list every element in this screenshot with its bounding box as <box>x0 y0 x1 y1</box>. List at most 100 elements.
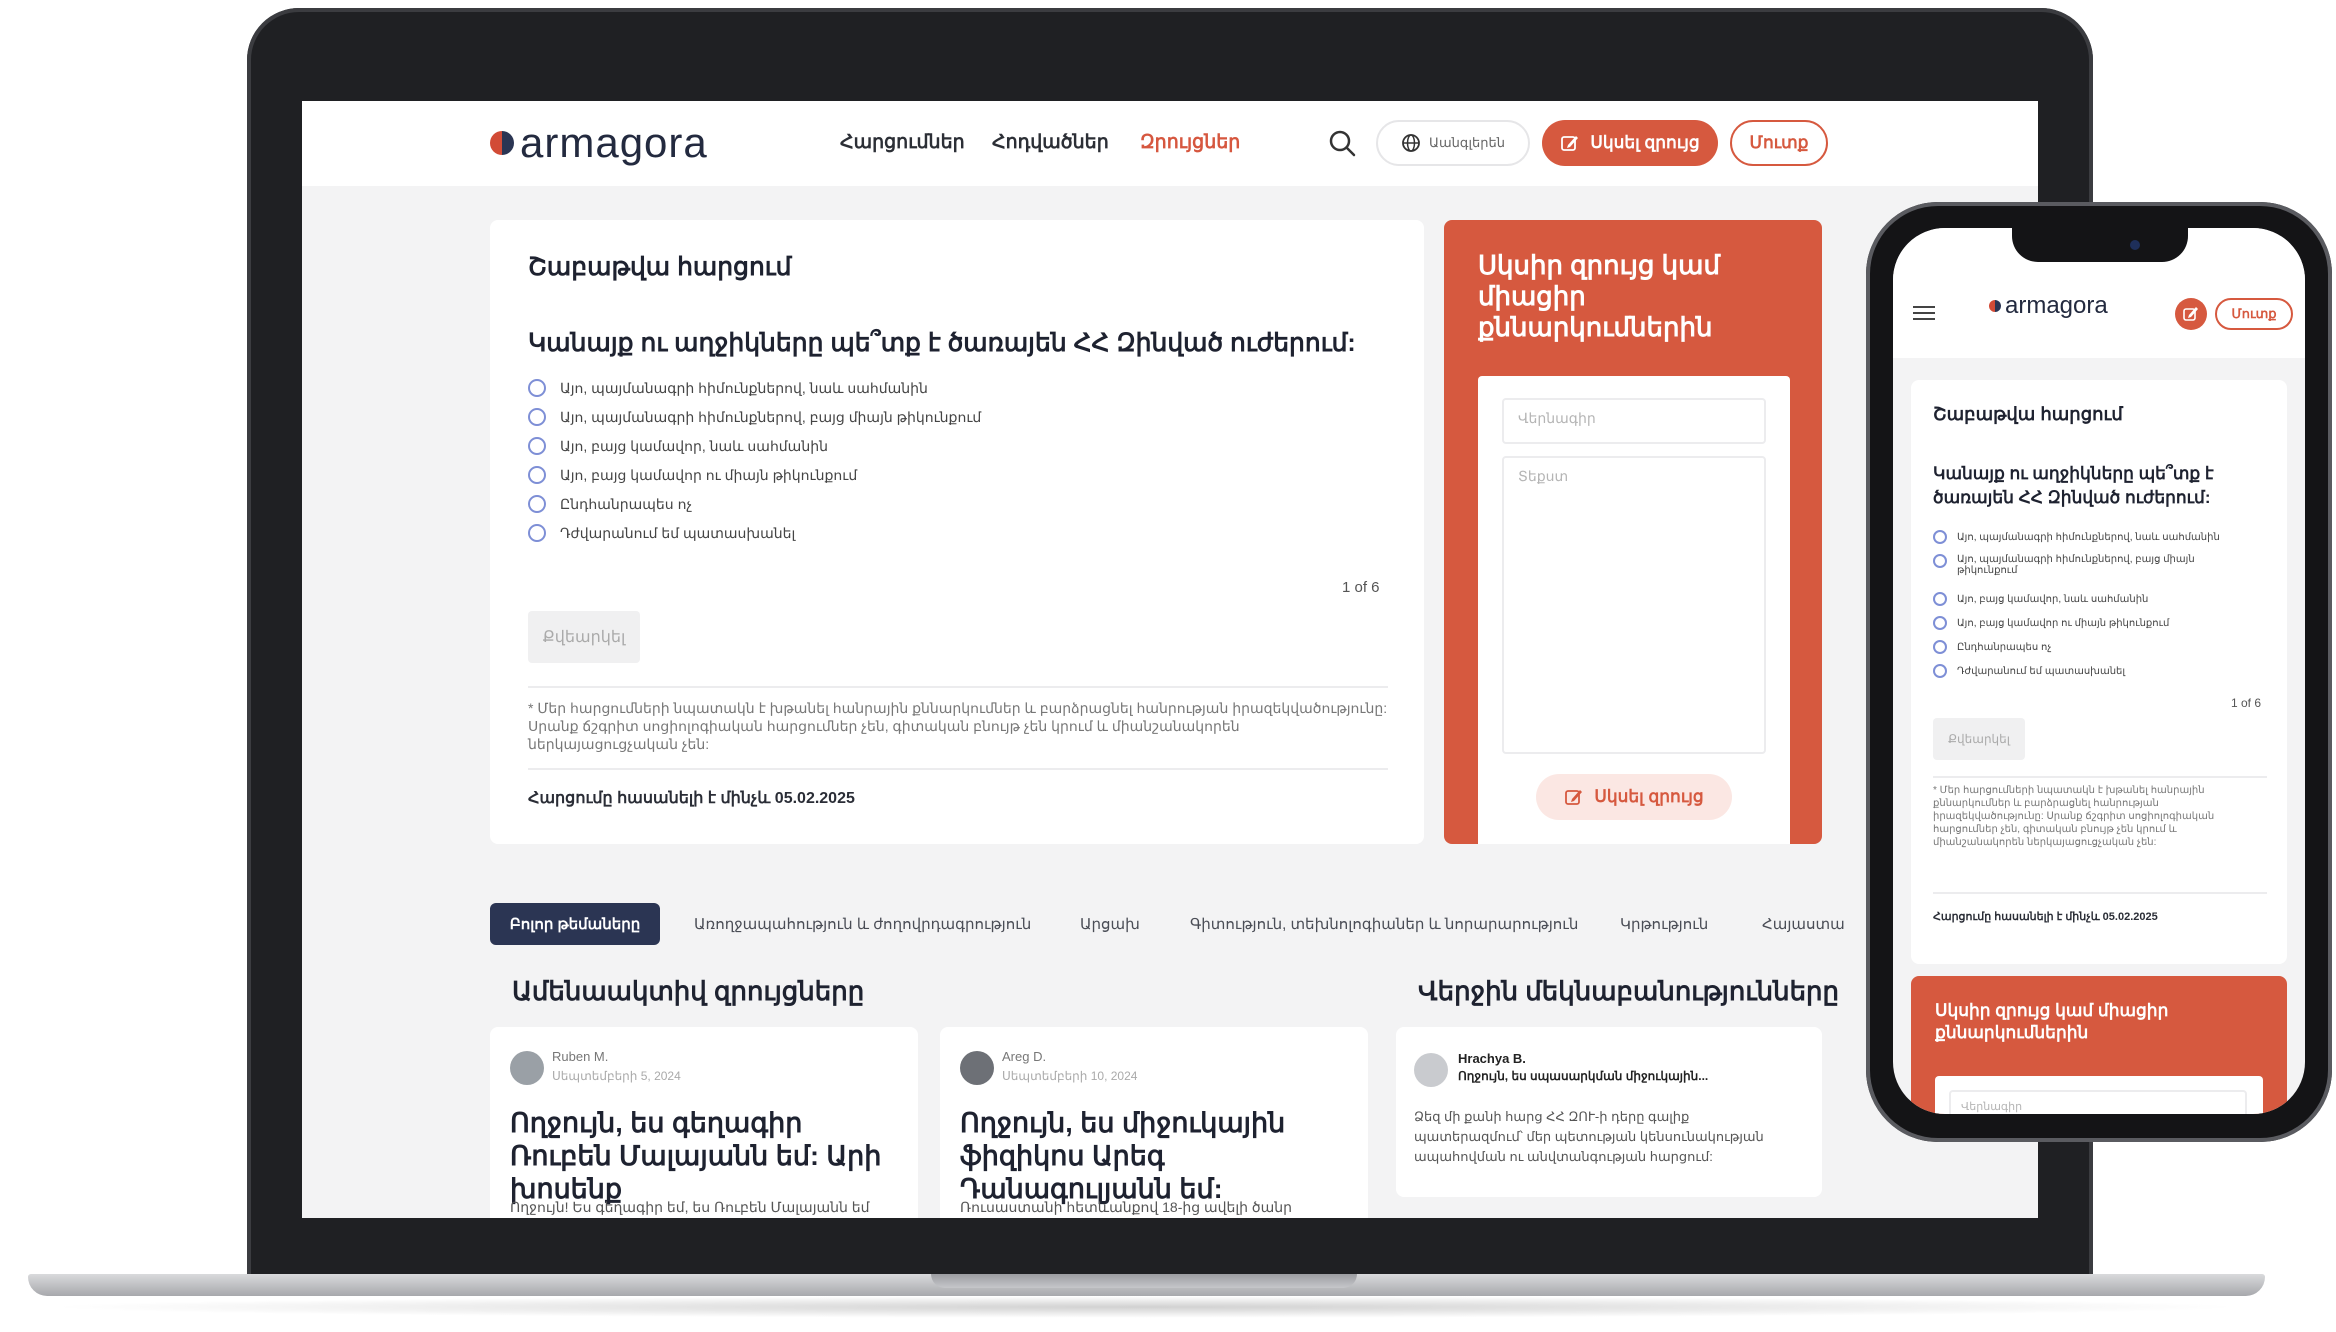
site-header: armagora Հարցումներ Հոդվածներ Զրույցներ … <box>302 101 2038 186</box>
comment-card[interactable]: Hrachya B. Ողջույն, ես սպասարկման միջուկ… <box>1396 1027 1822 1197</box>
comment-author: Hrachya B. <box>1458 1051 1526 1066</box>
poll-option[interactable]: Դժվարանում եմ պատասխանել <box>528 520 795 546</box>
search-icon[interactable] <box>1328 129 1356 157</box>
form-submit-button[interactable]: Սկսել զրույց <box>1536 774 1732 820</box>
mobile-login-button[interactable]: Մուտք <box>2215 298 2293 330</box>
poll-disclaimer: * Մեր հարցումների նպատակն է խթանել հանրա… <box>528 700 1388 752</box>
post-title: Ողջույն, ես միջուկային ֆիզիկոս Արեգ Դանա… <box>960 1108 1286 1204</box>
language-label: Աանգլերեն <box>1429 135 1505 150</box>
radio-button[interactable] <box>528 437 546 455</box>
logo[interactable]: armagora <box>490 119 708 167</box>
text-input[interactable]: Տեքստ <box>1502 456 1766 754</box>
laptop-shadow <box>40 1296 2250 1318</box>
divider <box>528 768 1388 770</box>
nav-item-polls[interactable]: Հարցումներ <box>840 131 965 154</box>
radio-button[interactable] <box>528 466 546 484</box>
comment-text: Ձեզ մի քանի հարց ՀՀ ԶՈՒ-ի դերը գալիք պատ… <box>1414 1109 1764 1164</box>
poll-option[interactable]: Այո, բայց կամավոր, նաև սահմանին <box>528 433 828 459</box>
radio-button[interactable] <box>528 524 546 542</box>
start-conversation-label: Սկսել զրույց <box>1590 133 1700 152</box>
divider <box>1933 892 2267 894</box>
poll-card: Շաբաթվա հարցում Կանայք ու աղջիկները պե՞տ… <box>490 220 1424 844</box>
poll-pager: 1 of 6 <box>2231 696 2262 710</box>
laptop-hinge <box>931 1274 1357 1288</box>
category-education[interactable]: Կրթություն <box>1620 915 1708 933</box>
logo-text: armagora <box>2005 292 2108 319</box>
poll-option[interactable]: Այո, բայց կամավոր, նաև սահմանին <box>1933 592 2273 606</box>
category-all[interactable]: Բոլոր թեմաները <box>490 903 660 945</box>
radio-button[interactable] <box>528 495 546 513</box>
avatar <box>1414 1053 1448 1087</box>
poll-option[interactable]: Այո, պայմանագրի հիմունքներով, բայց միայն… <box>528 404 981 430</box>
conversation-form: Վերնագիր Տեքստ Սկսել զրույց <box>1478 376 1790 844</box>
category-science[interactable]: Գիտություն, տեխնոլոգիաներ և նորարարությո… <box>1190 915 1578 933</box>
avatar <box>510 1051 544 1085</box>
mobile-cta-panel: Սկսիր զրույց կամ միացիր քննարկումներին Վ… <box>1911 976 2287 1114</box>
radio-button[interactable] <box>528 408 546 426</box>
poll-heading: Շաբաթվա հարցում <box>528 253 792 281</box>
start-conversation-panel: Սկսիր զրույց կամ միացիր քննարկումներին Վ… <box>1444 220 1822 844</box>
radio-button[interactable] <box>1933 664 1947 678</box>
post-author: Ruben M. <box>552 1049 609 1064</box>
vote-button[interactable]: Քվեարկել <box>528 611 640 663</box>
post-card[interactable]: Ruben M. Սեպտեմբերի 5, 2024 Ողջույն, ես … <box>490 1027 918 1218</box>
poll-option[interactable]: Ընդհանրապես ոչ <box>1933 640 2273 654</box>
nav-item-articles[interactable]: Հոդվածներ <box>992 131 1109 154</box>
radio-button[interactable] <box>1933 530 1947 544</box>
radio-button[interactable] <box>528 379 546 397</box>
comment-thread: Ողջույն, ես սպասարկման միջուկային... <box>1458 1069 1709 1083</box>
post-author: Areg D. <box>1002 1049 1047 1064</box>
poll-option[interactable]: Ընդհանրապես ոչ <box>528 491 692 517</box>
cta-title: Սկսիր զրույց կամ միացիր քննարկումներին <box>1935 1001 2169 1042</box>
edit-icon <box>2183 307 2198 321</box>
radio-button[interactable] <box>1933 592 1947 606</box>
poll-deadline: Հարցումը հասանելի է մինչև 05.02.2025 <box>1933 911 2158 923</box>
post-date: Սեպտեմբերի 5, 2024 <box>552 1069 681 1083</box>
poll-question: Կանայք ու աղջիկները պե՞տք է ծառայեն ՀՀ Զ… <box>1933 464 2214 507</box>
mobile-add-button[interactable] <box>2175 298 2207 330</box>
poll-disclaimer: * Մեր հարցումների նպատակն է խթանել հանրա… <box>1933 785 2215 848</box>
avatar <box>960 1051 994 1085</box>
mobile-logo[interactable]: armagora <box>1989 292 2108 320</box>
title-input[interactable]: Վերնագիր <box>1949 1090 2247 1114</box>
language-switcher[interactable]: Աանգլերեն <box>1376 120 1530 166</box>
logo-mark-icon <box>490 131 514 155</box>
category-armenia[interactable]: Հայաստա <box>1762 915 1845 933</box>
post-card[interactable]: Areg D. Սեպտեմբերի 10, 2024 Ողջույն, ես … <box>940 1027 1368 1218</box>
poll-option[interactable]: Դժվարանում եմ պատասխանել <box>1933 664 2273 678</box>
login-button[interactable]: Մուտք <box>1730 120 1828 166</box>
poll-option[interactable]: Այո, բայց կամավոր ու միայն թիկունքում <box>1933 616 2273 630</box>
desktop-page: armagora Հարցումներ Հոդվածներ Զրույցներ … <box>302 101 2038 1218</box>
category-artsakh[interactable]: Արցախ <box>1080 915 1140 933</box>
radio-button[interactable] <box>1933 616 1947 630</box>
nav-item-conversations[interactable]: Զրույցներ <box>1140 131 1240 154</box>
edit-icon <box>1561 136 1579 151</box>
poll-question: Կանայք ու աղջիկները պե՞տք է ծառայեն ՀՀ Զ… <box>528 329 1356 357</box>
post-excerpt: Ռուսաստանի հետևանքով 18-ից ավելի ծանր պա… <box>960 1199 1293 1215</box>
poll-option[interactable]: Այո, պայմանագրի հիմունքներով, բայց միայն… <box>1933 554 2273 576</box>
vote-button[interactable]: Քվեարկել <box>1933 718 2025 760</box>
category-health[interactable]: Առողջապահություն և ժողովրդագրություն <box>694 915 1031 933</box>
mobile-page: armagora Մուտք Շաբաթվա հարցում Կանայք ու… <box>1893 228 2305 1114</box>
poll-option[interactable]: Այո, պայմանագրի հիմունքներով, նաև սահման… <box>528 375 928 401</box>
hamburger-menu-icon[interactable] <box>1913 306 1935 320</box>
popular-heading: Ամենաակտիվ զրույցները <box>512 976 865 1006</box>
form-submit-label: Սկսել զրույց <box>1594 787 1704 806</box>
globe-icon <box>1402 134 1420 152</box>
divider <box>1933 776 2267 778</box>
title-input[interactable]: Վերնագիր <box>1502 398 1766 444</box>
phone-notch <box>2012 228 2188 262</box>
post-excerpt: Ողջույն! Ես գեղագիր եմ, ես Ռուբեն Մալայա… <box>510 1199 870 1215</box>
poll-option[interactable]: Այո, պայմանագրի հիմունքներով, նաև սահման… <box>1933 530 2273 544</box>
poll-heading: Շաբաթվա հարցում <box>1933 404 2123 424</box>
mobile-form: Վերնագիր <box>1935 1076 2263 1114</box>
post-date: Սեպտեմբերի 10, 2024 <box>1002 1069 1138 1083</box>
edit-icon <box>1565 790 1583 805</box>
radio-button[interactable] <box>1933 640 1947 654</box>
poll-pager: 1 of 6 <box>1342 579 1380 596</box>
start-conversation-button[interactable]: Սկսել զրույց <box>1542 120 1718 166</box>
camera-icon <box>2130 240 2140 250</box>
logo-mark-icon <box>1989 300 2001 312</box>
poll-option[interactable]: Այո, բայց կամավոր ու միայն թիկունքում <box>528 462 857 488</box>
radio-button[interactable] <box>1933 554 1947 568</box>
